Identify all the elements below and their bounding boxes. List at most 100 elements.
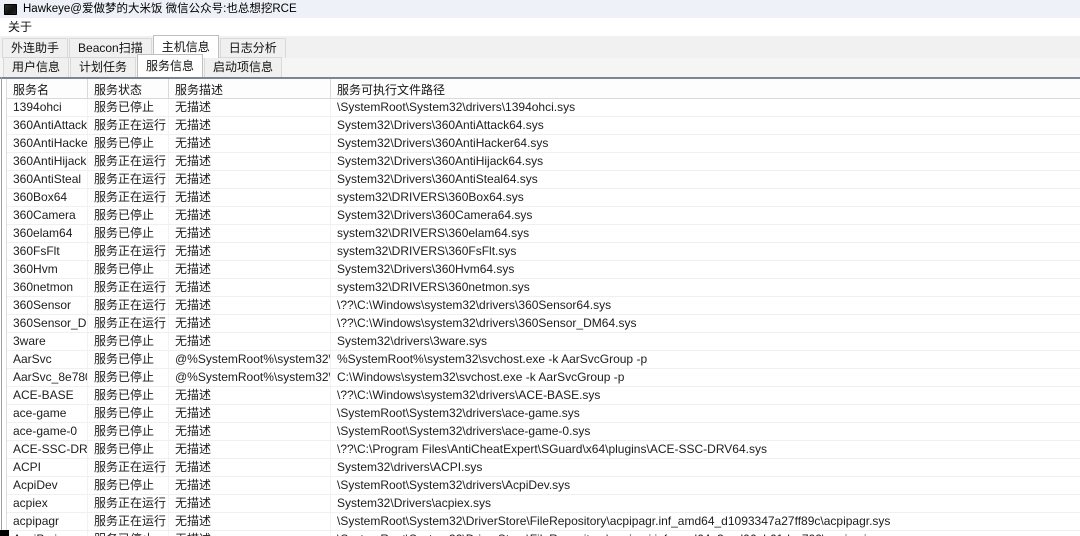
cell-status: 服务已停止	[88, 261, 169, 278]
cell-status: 服务已停止	[88, 333, 169, 350]
secondary-tab-4[interactable]: 启动项信息	[204, 57, 283, 77]
menu-item-about[interactable]: 关于	[0, 18, 40, 36]
cell-status: 服务已停止	[88, 423, 169, 440]
cell-description: 无描述	[169, 279, 331, 296]
table-row[interactable]: ace-game-0 服务已停止 无描述 \SystemRoot\System32\d…	[7, 423, 1080, 441]
cell-description: 无描述	[169, 423, 331, 440]
table-row[interactable]: 360FsFlt 服务正在运行 无描述 system32\DRIVERS\360FsF…	[7, 243, 1080, 261]
cell-name: 360Sensor_DM	[7, 315, 88, 332]
cell-path: System32\Drivers\360Camera64.sys	[337, 208, 533, 222]
cell-name: acpipagr	[7, 513, 88, 530]
cell-status: 服务已停止	[88, 477, 169, 494]
cell-name: AcpiDev	[7, 477, 88, 494]
table-row[interactable]: ACPI 服务正在运行 无描述 System32\drivers\ACPI.sys	[7, 459, 1080, 477]
column-header-4[interactable]: 服务可执行文件路径	[331, 79, 1080, 98]
cell-description: @%SystemRoot%\system32\A...	[169, 351, 331, 368]
cell-status: 服务正在运行	[88, 297, 169, 314]
primary-tab-4[interactable]: 日志分析	[219, 38, 286, 58]
cell-status: 服务正在运行	[88, 279, 169, 296]
table-row[interactable]: 360AntiHacker 服务已停止 无描述 System32\Drivers\36…	[7, 135, 1080, 153]
title-bar: Hawkeye@爱做梦的大米饭 微信公众号:也总想挖RCE	[0, 0, 1080, 18]
table-row[interactable]: 360Camera 服务已停止 无描述 System32\Drivers\360Cam…	[7, 207, 1080, 225]
cell-description: 无描述	[169, 531, 331, 536]
cell-path: \??\C:\Windows\system32\drivers\360Senso…	[337, 298, 612, 312]
table-row[interactable]: AarSvc服务已停止@%SystemRoot%\system32\A... %S…	[7, 351, 1080, 369]
cell-name: 360FsFlt	[7, 243, 88, 260]
cell-name: ACE-SSC-DRV...	[7, 441, 88, 458]
table-row[interactable]: ACE-BASE 服务已停止 无描述 \??\C:\Windows\system32\…	[7, 387, 1080, 405]
cell-status: 服务正在运行	[88, 117, 169, 134]
cell-path: \??\C:\Program Files\AntiCheatExpert\SGu…	[337, 442, 767, 456]
table-row[interactable]: 1394ohci 服务已停止 无描述 \SystemRoot\System32\dri…	[7, 99, 1080, 117]
cell-status: 服务正在运行	[88, 495, 169, 512]
cell-description: 无描述	[169, 297, 331, 314]
cell-name: 1394ohci	[7, 99, 88, 116]
cell-description: 无描述	[169, 117, 331, 134]
cell-path: \SystemRoot\System32\drivers\AcpiDev.sys	[337, 478, 571, 492]
cell-status: 服务已停止	[88, 531, 169, 536]
primary-tab-1[interactable]: 外连助手	[2, 38, 69, 58]
cell-status: 服务已停止	[88, 99, 169, 116]
cell-status: 服务正在运行	[88, 459, 169, 476]
cell-path: system32\DRIVERS\360Box64.sys	[337, 190, 524, 204]
cell-name: AarSvc_8e7808	[7, 369, 88, 386]
table-row[interactable]: 360AntiHijack 服务正在运行 无描述 System32\Drivers\3…	[7, 153, 1080, 171]
cell-name: AarSvc	[7, 351, 88, 368]
cell-description: 无描述	[169, 477, 331, 494]
table-row[interactable]: 360Box64 服务正在运行 无描述 system32\DRIVERS\360Box…	[7, 189, 1080, 207]
table-row[interactable]: 360elam64 服务已停止 无描述 system32\DRIVERS\360ela…	[7, 225, 1080, 243]
cell-path: system32\DRIVERS\360elam64.sys	[337, 226, 530, 240]
table-row[interactable]: 360AntiSteal 服务正在运行 无描述 System32\Drivers\36…	[7, 171, 1080, 189]
window-title: Hawkeye@爱做梦的大米饭 微信公众号:也总想挖RCE	[23, 3, 297, 15]
cell-description: 无描述	[169, 243, 331, 260]
cell-path: System32\Drivers\360AntiAttack64.sys	[337, 118, 544, 132]
cell-status: 服务已停止	[88, 207, 169, 224]
cell-name: 360AntiHacker	[7, 135, 88, 152]
cell-path: System32\Drivers\360AntiHacker64.sys	[337, 136, 549, 150]
screen-corner-artifact	[0, 530, 9, 536]
table-body: 1394ohci 服务已停止 无描述 \SystemRoot\System32\dri…	[7, 99, 1080, 536]
table-row[interactable]: acpiex 服务正在运行 无描述 System32\Drivers\acpiex.s…	[7, 495, 1080, 513]
table-row[interactable]: 3ware 服务已停止 无描述 System32\drivers\3ware.sys	[7, 333, 1080, 351]
cell-name: 360elam64	[7, 225, 88, 242]
table-row[interactable]: 360Sensor_DM服务正在运行无描述 \??\C:\Windows\syst…	[7, 315, 1080, 333]
table-row[interactable]: 360AntiAttack 服务正在运行 无描述 System32\Drivers\3…	[7, 117, 1080, 135]
column-header-3[interactable]: 服务描述	[169, 79, 331, 98]
cell-path: system32\DRIVERS\360FsFlt.sys	[337, 244, 517, 258]
cell-description: 无描述	[169, 135, 331, 152]
table-row[interactable]: 360Hvm 服务已停止 无描述 System32\Drivers\360Hvm64.…	[7, 261, 1080, 279]
cell-name: 360Hvm	[7, 261, 88, 278]
app-icon	[4, 3, 17, 15]
table-row[interactable]: 360netmon 服务正在运行 无描述 system32\DRIVERS\360ne…	[7, 279, 1080, 297]
cell-description: 无描述	[169, 441, 331, 458]
table-row[interactable]: AarSvc_8e7808服务已停止@%SystemRoot%\system32…	[7, 369, 1080, 387]
cell-name: 360netmon	[7, 279, 88, 296]
cell-status: 服务已停止	[88, 351, 169, 368]
table-row[interactable]: ace-game 服务已停止 无描述 \SystemRoot\System32\dri…	[7, 405, 1080, 423]
table-row[interactable]: acpipagr 服务正在运行 无描述 \SystemRoot\System32\Dr…	[7, 513, 1080, 531]
cell-path: System32\Drivers\acpiex.sys	[337, 496, 492, 510]
secondary-tab-1[interactable]: 用户信息	[3, 57, 70, 77]
cell-status: 服务已停止	[88, 387, 169, 404]
table-row[interactable]: ACE-SSC-DRV...服务已停止无描述 \??\C:\Program Fil…	[7, 441, 1080, 459]
cell-status: 服务正在运行	[88, 513, 169, 530]
column-header-1[interactable]: 服务名	[7, 79, 88, 98]
cell-status: 服务正在运行	[88, 189, 169, 206]
cell-description: 无描述	[169, 333, 331, 350]
cell-description: 无描述	[169, 207, 331, 224]
table-row[interactable]: 360Sensor 服务正在运行 无描述 \??\C:\Windows\system3…	[7, 297, 1080, 315]
cell-description: 无描述	[169, 513, 331, 530]
cell-name: AcpiPmi	[7, 531, 88, 536]
cell-name: 360AntiAttack	[7, 117, 88, 134]
secondary-tab-2[interactable]: 计划任务	[70, 57, 137, 77]
column-header-2[interactable]: 服务状态	[88, 79, 169, 98]
table-row[interactable]: AcpiPmi服务已停止无描述\SystemRoot\System32\Driv…	[7, 531, 1080, 536]
secondary-tab-3[interactable]: 服务信息	[137, 54, 204, 77]
tab-page-left-border	[1, 77, 2, 536]
cell-status: 服务正在运行	[88, 243, 169, 260]
table-row[interactable]: AcpiDev 服务已停止 无描述 \SystemRoot\System32\driv…	[7, 477, 1080, 495]
cell-status: 服务已停止	[88, 441, 169, 458]
cell-name: 360Camera	[7, 207, 88, 224]
table-header-row: 服务名 服务状态 服务描述 服务可执行文件路径	[7, 79, 1080, 99]
cell-description: @%SystemRoot%\system32\A...	[169, 369, 331, 386]
